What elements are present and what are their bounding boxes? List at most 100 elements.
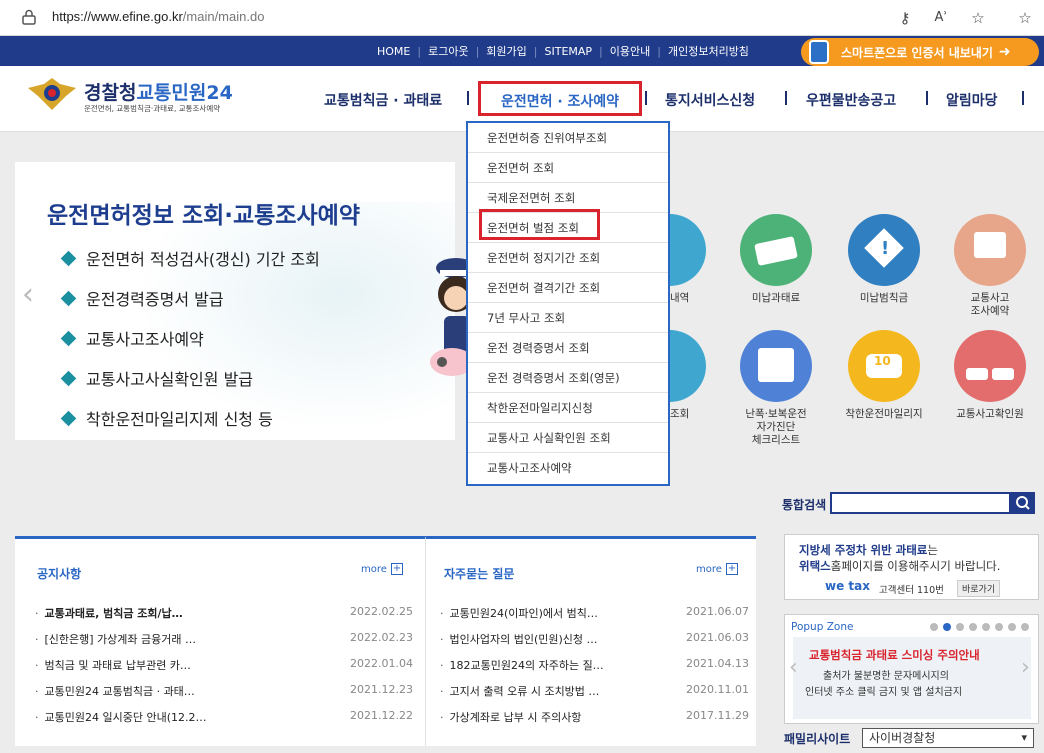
service-accident-certificate[interactable]: 교통사고확인원 [940,330,1040,421]
plus-icon: + [725,563,738,575]
gnb-divider [645,91,647,105]
money-icon [740,214,812,286]
util-link-guide[interactable]: 이용안내 [603,43,657,59]
main-banner[interactable]: 운전면허정보 조회·교통조사예약 운전면허 적성검사(갱신) 기간 조회 운전경… [15,162,455,440]
popup-sub1: 출처가 불분명한 문자메시지의 [823,671,949,682]
diamond-bullet-icon [60,250,77,266]
diamond-bullet-icon [60,330,77,346]
service-unpaid-fine[interactable]: 미납과태료 [726,214,826,305]
family-site-select[interactable]: 사이버경찰청 ▾ [862,728,1034,748]
gnb-returned-mail[interactable]: 우편물반송공고 [806,90,896,110]
submenu-item[interactable]: 착한운전마일리지신청 [468,393,668,423]
gnb-notify-service[interactable]: 통지서비스신청 [665,90,755,110]
list-item[interactable]: · 교통민원24 교통범칙금 · 과태… [35,683,195,699]
service-aggressive-driving-check[interactable]: 난폭·보복운전 자가진단 체크리스트 [726,330,826,447]
service-accident-reservation[interactable]: 교통사고 조사예약 [940,214,1040,318]
wetax-line1: 지방세 주정차 위반 과태료는 [799,543,938,557]
list-item[interactable]: · 고지서 출력 오류 시 조치방법 … [440,683,599,699]
list-item-date: 2021.06.03 [686,631,749,644]
popup-next-icon[interactable]: › [1021,655,1030,680]
service-unpaid-penalty[interactable]: ! 미납범칙금 [834,214,934,305]
license-submenu: 운전면허증 진위여부조회 운전면허 조회 국제운전면허 조회 운전면허 벌점 조… [466,121,670,486]
wetax-go-button[interactable]: 바로가기 [957,580,1001,597]
util-link-join[interactable]: 회원가입 [479,43,533,59]
util-link-privacy[interactable]: 개인정보처리방침 [661,43,756,59]
util-link-logout[interactable]: 로그아웃 [421,43,475,59]
favorites-icon[interactable]: ☆ [1014,7,1036,29]
popup-dot[interactable] [930,623,938,631]
faq-more-button[interactable]: more + [696,563,738,575]
export-cert-button[interactable]: 스마트폰으로 인증서 내보내기 ➜ [801,38,1039,66]
gnb-divider [785,91,787,105]
service-safe-driving-mileage[interactable]: 10 착한운전마일리지 [834,330,934,421]
wetax-banner[interactable]: 지방세 주정차 위반 과태료는 위택스홈페이지를 이용해주시기 바랍니다. we… [784,534,1039,600]
banner-prev-icon[interactable]: ‹ [22,280,46,310]
chevron-down-icon: ▾ [1021,731,1027,744]
submenu-item[interactable]: 운전면허 정지기간 조회 [468,243,668,273]
list-item[interactable]: · 가상계좌로 납부 시 주의사항 [440,709,581,725]
read-aloud-icon[interactable]: Aʾ [930,7,952,29]
popup-dot[interactable] [956,623,964,631]
logo-title: 경찰청교통민원24 [84,82,233,104]
submenu-item[interactable]: 운전 경력증명서 조회(영문) [468,363,668,393]
logo-subtitle: 운전면허, 교통범칙금·과태료, 교통조사예약 [84,104,221,113]
arrow-right-icon: ➜ [998,44,1011,60]
favorite-add-icon[interactable]: ☆ [967,7,989,29]
key-icon[interactable]: ⚷ [894,7,916,29]
gnb-divider [926,91,928,105]
list-item-date: 2022.01.04 [350,657,413,670]
highlight-box [479,209,600,240]
submenu-item[interactable]: 교통사고 사실확인원 조회 [468,423,668,453]
popup-slide[interactable]: 교통범칙금 과태료 스미싱 주의안내 출처가 불분명한 문자메시지의 인터넷 주… [793,637,1031,719]
faq-board: 자주묻는 질문 more + · 교통민원24(이파인)에서 범칙… 2021.06… [425,536,756,746]
list-item[interactable]: · 법인사업자의 법인(민원)신청 … [440,631,598,647]
list-item[interactable]: · 범칙금 및 과태료 납부관련 카… [35,657,191,673]
diamond-bullet-icon [60,290,77,306]
family-site-label: 패밀리사이트 [784,732,851,746]
popup-dot-active[interactable] [943,623,951,631]
gnb-license-reservation[interactable]: 운전면허 · 조사예약 [478,81,642,116]
submenu-item[interactable]: 운전 경력증명서 조회 [468,333,668,363]
list-item-date: 2021.04.13 [686,657,749,670]
notice-more-button[interactable]: more + [361,563,403,575]
submenu-item[interactable]: 교통사고조사예약 [468,453,668,483]
search-button[interactable] [1011,492,1035,514]
search-input[interactable] [830,492,1011,514]
gnb-notice-board[interactable]: 알림마당 [946,90,998,110]
popup-dot[interactable] [995,623,1003,631]
list-item[interactable]: · 교통민원24 일시중단 안내(12.2… [35,709,206,725]
url-text[interactable]: https://www.efine.go.kr/main/main.do [52,9,264,24]
search-icon [1016,496,1030,510]
list-item-date: 2020.11.01 [686,683,749,696]
site-logo[interactable]: 경찰청교통민원24 운전면허, 교통범칙금·과태료, 교통조사예약 [26,78,256,122]
list-item[interactable]: · 교통민원24(이파인)에서 범칙… [440,605,598,621]
popup-dot[interactable] [982,623,990,631]
gnb-license-label: 운전면허 · 조사예약 [500,94,620,110]
popup-prev-icon[interactable]: ‹ [789,655,798,680]
diamond-bullet-icon [60,410,77,426]
banner-item: 교통사고조사예약 [60,326,204,350]
list-item[interactable]: · [신한은행] 가상계좌 금융거래 … [35,631,196,647]
submenu-item[interactable]: 운전면허 결격기간 조회 [468,273,668,303]
util-link-home[interactable]: HOME [370,45,417,58]
popup-dot[interactable] [969,623,977,631]
popup-dot[interactable] [1021,623,1029,631]
util-link-sitemap[interactable]: SITEMAP [538,45,600,58]
banner-item: 교통사고사실확인원 발급 [60,366,253,390]
list-item-date: 2021.12.22 [350,709,413,722]
calendar-check-icon [740,330,812,402]
submenu-item[interactable]: 운전면허 조회 [468,153,668,183]
popup-dot[interactable] [1008,623,1016,631]
list-item-date: 2021.06.07 [686,605,749,618]
list-item-date: 2022.02.25 [350,605,413,618]
list-item[interactable]: · 교통과태료, 범칙금 조회/납… [35,605,183,621]
popup-headline: 교통범칙금 과태료 스미싱 주의안내 [809,648,980,662]
submenu-item[interactable]: 7년 무사고 조회 [468,303,668,333]
gnb-fines[interactable]: 교통범칙금 · 과태료 [324,90,442,110]
gnb-divider [1022,91,1024,105]
list-item[interactable]: · 182교통민원24의 자주하는 질… [440,657,604,673]
police-emblem-icon [28,78,76,110]
gnb-divider [467,91,469,105]
submenu-item[interactable]: 운전면허증 진위여부조회 [468,123,668,153]
popup-title: Popup Zone [791,621,854,633]
